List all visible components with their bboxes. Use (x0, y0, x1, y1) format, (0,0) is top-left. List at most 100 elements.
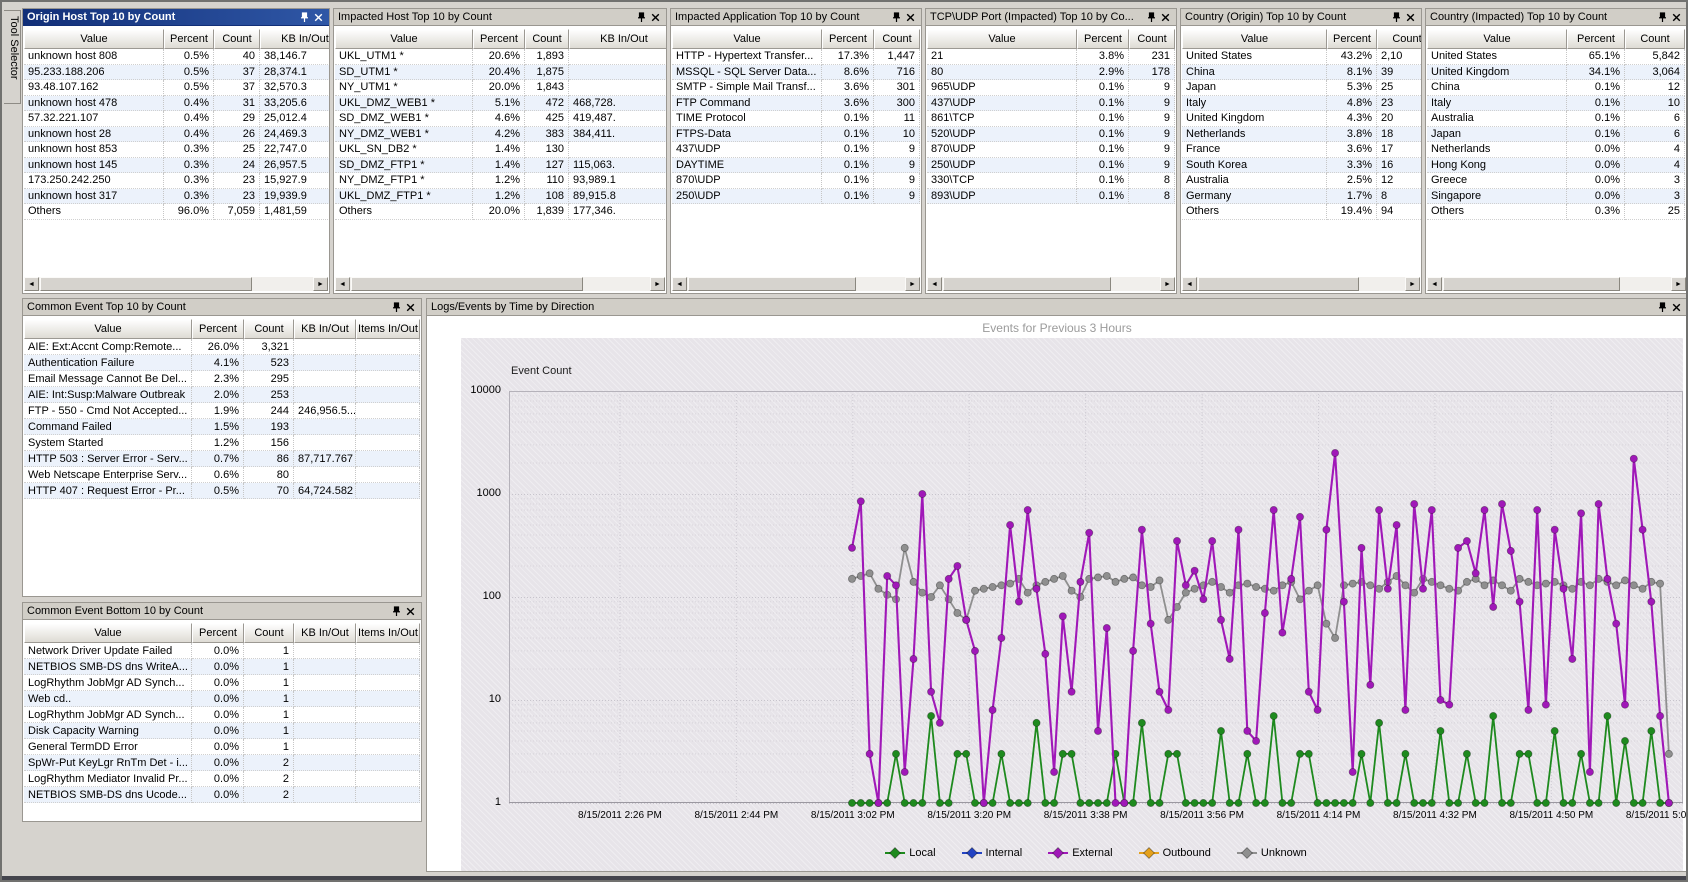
table-row[interactable]: SD_DMZ_WEB1 *4.6%425419,487. (335, 111, 666, 127)
close-icon[interactable] (1158, 11, 1172, 24)
table-row[interactable]: 57.32.221.1070.4%2925,012.4 (24, 111, 329, 127)
pin-icon[interactable] (889, 11, 903, 24)
table-row[interactable]: unknown host 280.4%2624,469.3 (24, 127, 329, 143)
table-row[interactable]: unknown host 3170.3%2319,939.9 (24, 189, 329, 205)
table-row[interactable]: 870\UDP0.1%9 (927, 142, 1175, 158)
table-row[interactable]: 802.9%178 (927, 65, 1175, 81)
table-row[interactable]: NY_DMZ_WEB1 *4.2%383384,411. (335, 127, 666, 143)
scroll-left-button[interactable]: ◄ (1182, 277, 1197, 291)
table-row[interactable]: TIME Protocol0.1%11 (672, 111, 920, 127)
table-row[interactable]: NY_UTM1 *20.0%1,843 (335, 80, 666, 96)
table-row[interactable]: HTTP 503 : Server Error - Serv...0.7%868… (24, 451, 420, 467)
horizontal-scrollbar[interactable]: ◄► (672, 277, 920, 291)
column-header-percent[interactable]: Percent (822, 29, 874, 49)
column-header-value[interactable]: Value (927, 29, 1077, 49)
table-row[interactable]: 213.8%231 (927, 49, 1175, 65)
table-row[interactable]: NY_DMZ_FTP1 *1.2%11093,989.1 (335, 173, 666, 189)
scroll-thumb[interactable] (1198, 277, 1359, 291)
table-row[interactable]: LogRhythm JobMgr AD Synch...0.0%1 (24, 675, 420, 691)
scroll-thumb[interactable] (688, 277, 856, 291)
close-icon[interactable] (403, 301, 417, 314)
table-row[interactable]: Others19.4%94 (1182, 204, 1421, 220)
horizontal-scrollbar[interactable]: ◄► (335, 277, 665, 291)
scroll-left-button[interactable]: ◄ (672, 277, 687, 291)
scroll-thumb[interactable] (1443, 277, 1620, 291)
column-header-value[interactable]: Value (24, 623, 192, 643)
close-icon[interactable] (903, 11, 917, 24)
table-row[interactable]: China8.1%39 (1182, 65, 1421, 81)
scroll-left-button[interactable]: ◄ (335, 277, 350, 291)
table-row[interactable]: 250\UDP0.1%9 (927, 158, 1175, 174)
table-row[interactable]: Authentication Failure4.1%523 (24, 355, 420, 371)
table-row[interactable]: South Korea3.3%16 (1182, 158, 1421, 174)
table-row[interactable]: Italy0.1%10 (1427, 96, 1685, 112)
table-row[interactable]: Others96.0%7,0591,481,59 (24, 204, 329, 220)
table-row[interactable]: Germany1.7%8 (1182, 189, 1421, 205)
close-icon[interactable] (1669, 11, 1683, 24)
table-row[interactable]: United Kingdom34.1%3,064 (1427, 65, 1685, 81)
scroll-left-button[interactable]: ◄ (927, 277, 942, 291)
column-header-percent[interactable]: Percent (1327, 29, 1377, 49)
table-row[interactable]: Email Message Cannot Be Del...2.3%295 (24, 371, 420, 387)
table-row[interactable]: FTPS-Data0.1%10 (672, 127, 920, 143)
table-row[interactable]: NETBIOS SMB-DS dns Ucode...0.0%2 (24, 787, 420, 803)
table-row[interactable]: unknown host 8530.3%2522,747.0 (24, 142, 329, 158)
table-row[interactable]: General TermDD Error0.0%1 (24, 739, 420, 755)
table-row[interactable]: LogRhythm JobMgr AD Synch...0.0%1 (24, 707, 420, 723)
table-row[interactable]: FTP Command3.6%300 (672, 96, 920, 112)
pin-icon[interactable] (1655, 301, 1669, 314)
table-row[interactable]: China0.1%12 (1427, 80, 1685, 96)
panel-impacted-host-titlebar[interactable]: Impacted Host Top 10 by Count (334, 9, 666, 26)
column-header-items-in-out[interactable]: Items In/Out (356, 319, 420, 339)
column-header-percent[interactable]: Percent (192, 319, 244, 339)
table-row[interactable]: Japan0.1%6 (1427, 127, 1685, 143)
column-header-value[interactable]: Value (24, 29, 164, 49)
pin-icon[interactable] (389, 301, 403, 314)
table-row[interactable]: AIE: Int:Susp:Malware Outbreak2.0%253 (24, 387, 420, 403)
column-header-percent[interactable]: Percent (164, 29, 214, 49)
table-row[interactable]: Web cd..0.0%1 (24, 691, 420, 707)
table-row[interactable]: unknown host 1450.3%2426,957.5 (24, 158, 329, 174)
table-row[interactable]: LogRhythm Mediator Invalid Pr...0.0%2 (24, 771, 420, 787)
pin-icon[interactable] (634, 11, 648, 24)
table-row[interactable]: United Kingdom4.3%20 (1182, 111, 1421, 127)
panel-logs-events-chart-titlebar[interactable]: Logs/Events by Time by Direction (427, 299, 1687, 316)
panel-common-event-top-titlebar[interactable]: Common Event Top 10 by Count (23, 299, 421, 316)
column-header-percent[interactable]: Percent (1077, 29, 1129, 49)
panel-country-impacted-titlebar[interactable]: Country (Impacted) Top 10 by Count (1426, 9, 1687, 26)
tool-selector-tab[interactable]: Tool Selector (4, 10, 21, 104)
panel-tcp-udp-port-titlebar[interactable]: TCP\UDP Port (Impacted) Top 10 by Co... (926, 9, 1176, 26)
table-row[interactable]: Web Netscape Enterprise Serv...0.6%80 (24, 467, 420, 483)
close-icon[interactable] (1669, 301, 1683, 314)
table-row[interactable]: France3.6%17 (1182, 142, 1421, 158)
table-row[interactable]: 870\UDP0.1%9 (672, 173, 920, 189)
table-row[interactable]: 95.233.188.2060.5%3728,374.1 (24, 65, 329, 81)
table-row[interactable]: SD_DMZ_FTP1 *1.4%127115,063. (335, 158, 666, 174)
table-row[interactable]: Netherlands0.0%4 (1427, 142, 1685, 158)
panel-country-origin-titlebar[interactable]: Country (Origin) Top 10 by Count (1181, 9, 1421, 26)
table-row[interactable]: 437\UDP0.1%9 (672, 142, 920, 158)
column-header-count[interactable]: Count (525, 29, 569, 49)
column-header-percent[interactable]: Percent (473, 29, 525, 49)
table-row[interactable]: FTP - 550 - Cmd Not Accepted...1.9%24424… (24, 403, 420, 419)
panel-origin-host-titlebar[interactable]: Origin Host Top 10 by Count (23, 9, 329, 26)
table-row[interactable]: HTTP 407 : Request Error - Pr...0.5%7064… (24, 483, 420, 499)
table-row[interactable]: Australia2.5%12 (1182, 173, 1421, 189)
scroll-right-button[interactable]: ► (313, 277, 328, 291)
scroll-left-button[interactable]: ◄ (1427, 277, 1442, 291)
column-header-kb-in-out[interactable]: KB In/Out (260, 29, 329, 49)
scroll-right-button[interactable]: ► (1671, 277, 1686, 291)
table-row[interactable]: unknown host 4780.4%3133,205.6 (24, 96, 329, 112)
pin-icon[interactable] (1144, 11, 1158, 24)
column-header-kb-in-out[interactable]: KB In/Out (294, 623, 356, 643)
table-row[interactable]: SD_UTM1 *20.4%1,875 (335, 65, 666, 81)
table-row[interactable]: Greece0.0%3 (1427, 173, 1685, 189)
column-header-value[interactable]: Value (1427, 29, 1567, 49)
scroll-thumb[interactable] (351, 277, 583, 291)
scroll-right-button[interactable]: ► (1160, 277, 1175, 291)
table-row[interactable]: Others20.0%1,839177,346. (335, 204, 666, 220)
table-row[interactable]: United States43.2%2,10 (1182, 49, 1421, 65)
table-row[interactable]: 250\UDP0.1%9 (672, 189, 920, 205)
table-row[interactable]: SMTP - Simple Mail Transf...3.6%301 (672, 80, 920, 96)
table-row[interactable]: Network Driver Update Failed0.0%1 (24, 643, 420, 659)
